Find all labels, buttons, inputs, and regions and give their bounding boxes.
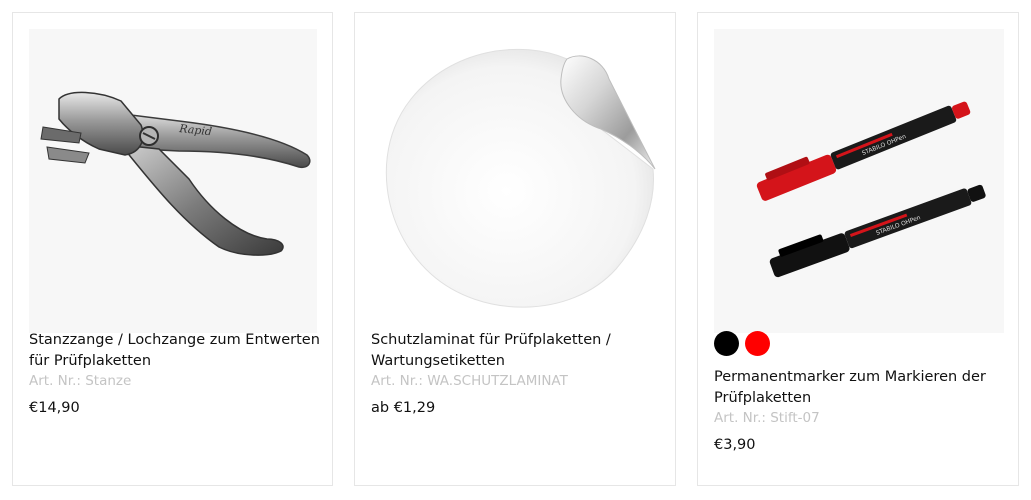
- product-card-permanentmarker[interactable]: STABILO OHPen STABILO OHPen Permanentmar…: [697, 12, 1019, 486]
- product-sku: Art. Nr.: Stanze: [29, 373, 132, 389]
- product-title[interactable]: Schutzlaminat für Prüfplaketten / Wartun…: [371, 330, 663, 372]
- product-sku: Art. Nr.: WA.SCHUTZLAMINAT: [371, 373, 568, 389]
- swatch-black[interactable]: [714, 331, 739, 356]
- swatch-red[interactable]: [745, 331, 770, 356]
- product-image[interactable]: STABILO OHPen STABILO OHPen: [714, 29, 1004, 333]
- product-sku: Art. Nr.: Stift-07: [714, 410, 820, 426]
- protective-laminate-sticker-icon: [371, 29, 661, 333]
- product-card-schutzlaminat[interactable]: Schutzlaminat für Prüfplaketten / Wartun…: [354, 12, 676, 486]
- product-price: ab €1,29: [371, 400, 436, 416]
- permanent-marker-pens-icon: STABILO OHPen STABILO OHPen: [756, 101, 986, 278]
- hole-punch-pliers-icon: Rapid: [40, 91, 311, 256]
- color-swatches: [714, 331, 770, 356]
- product-image[interactable]: [371, 29, 661, 333]
- product-title[interactable]: Permanentmarker zum Markieren der Prüfpl…: [714, 367, 1006, 409]
- product-image[interactable]: Rapid: [29, 29, 317, 333]
- product-card-stanzzange[interactable]: Rapid Stanzzange / Lochzange zum Entwert…: [12, 12, 333, 486]
- product-title[interactable]: Stanzzange / Lochzange zum Entwerten für…: [29, 330, 320, 372]
- product-price: €3,90: [714, 437, 756, 453]
- product-price: €14,90: [29, 400, 80, 416]
